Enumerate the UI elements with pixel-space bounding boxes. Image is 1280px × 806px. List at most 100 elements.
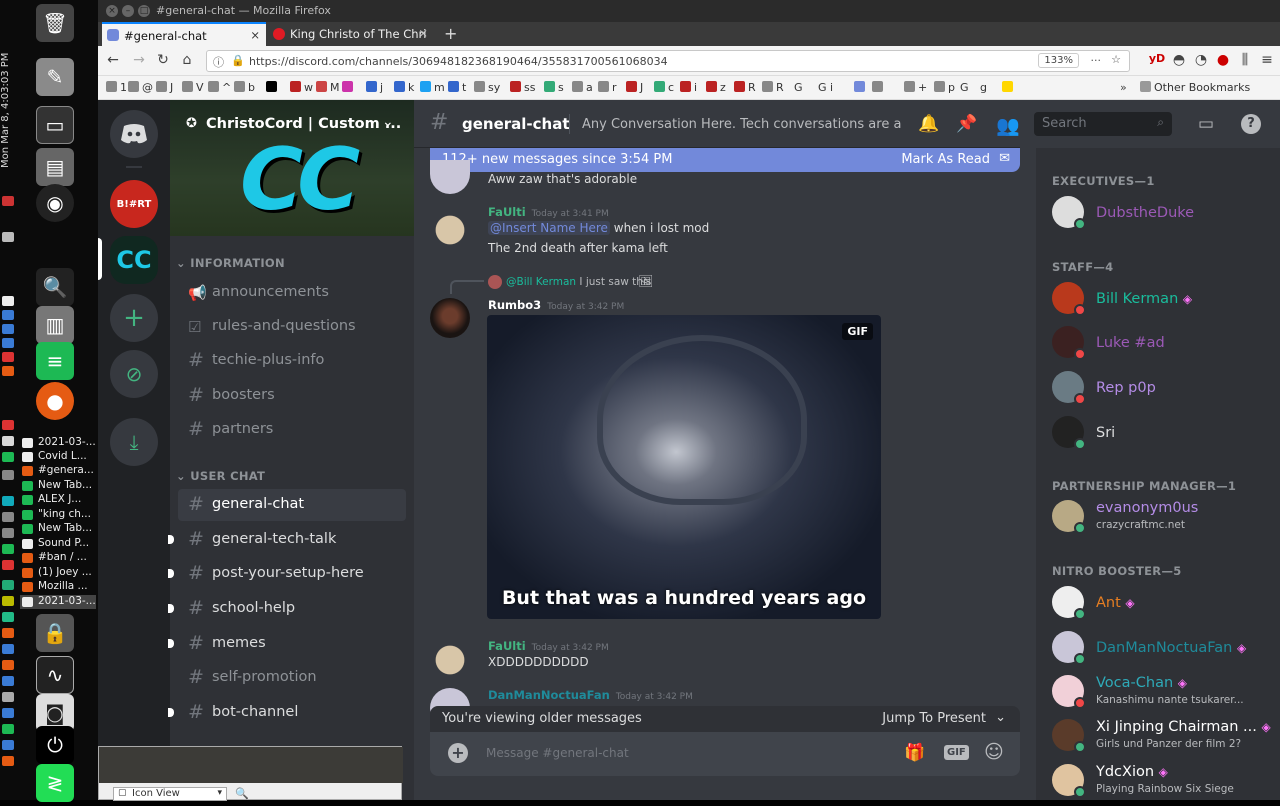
user-mention[interactable]: @Insert Name Here: [488, 221, 610, 235]
tray-icon[interactable]: [2, 470, 14, 480]
taskbar-window[interactable]: 2021-03-...: [20, 436, 96, 450]
minimize-window-icon[interactable]: –: [122, 5, 134, 17]
extension-icon[interactable]: ◓: [1170, 52, 1188, 68]
tray-icon[interactable]: [2, 708, 14, 718]
channel-partners[interactable]: # partners: [178, 414, 406, 446]
help-icon[interactable]: ?: [1241, 114, 1261, 134]
view-mode-select[interactable]: ▢ Icon View ▾: [113, 787, 227, 801]
bookmark-item[interactable]: b: [234, 81, 255, 94]
inbox-icon[interactable]: ▭: [1198, 114, 1214, 134]
maximize-window-icon[interactable]: □: [138, 5, 150, 17]
bookmark-item[interactable]: [266, 81, 280, 94]
tray-icon[interactable]: [2, 338, 14, 348]
bookmark-item[interactable]: r: [598, 81, 617, 94]
bookmark-item[interactable]: [1002, 81, 1016, 94]
forward-icon[interactable]: →: [130, 52, 148, 68]
member-item[interactable]: Xi Jinping Chairman ... ◈ Girls und Panz…: [1052, 719, 1280, 761]
tray-icon[interactable]: [2, 612, 14, 622]
taskbar-window[interactable]: ALEX J...: [20, 493, 96, 507]
avatar[interactable]: [430, 298, 470, 338]
bookmark-item[interactable]: s: [544, 81, 564, 94]
channel-boosters[interactable]: # boosters: [178, 380, 406, 412]
tray-icon[interactable]: [2, 560, 14, 570]
chevron-down-icon[interactable]: ⌄: [995, 710, 1006, 725]
info-icon[interactable]: ⓘ: [213, 54, 224, 70]
channel-announcements[interactable]: 📢 announcements: [178, 277, 406, 309]
server-birt[interactable]: B!#RT: [110, 180, 158, 228]
category-information[interactable]: ⌄ INFORMATION: [176, 256, 285, 270]
app-icon[interactable]: ≷: [36, 764, 74, 802]
new-messages-banner[interactable]: 112+ new messages since 3:54 PM Mark As …: [430, 148, 1020, 172]
member-item[interactable]: Luke #ad: [1052, 326, 1280, 368]
files-icon[interactable]: ▥: [36, 306, 74, 344]
mark-as-read-button[interactable]: Mark As Read: [901, 152, 990, 167]
bookmark-item[interactable]: G: [794, 81, 803, 94]
member-item[interactable]: evanonym0us crazycraftmc.net: [1052, 500, 1280, 542]
mark-read-icon[interactable]: ✉: [999, 151, 1010, 166]
explore-servers-icon[interactable]: ⊘: [110, 350, 158, 398]
close-window-icon[interactable]: ×: [106, 5, 118, 17]
message-input[interactable]: Message #general-chat: [486, 746, 629, 760]
ubuntu-icon[interactable]: ◉: [36, 184, 74, 222]
member-item[interactable]: Ant ◈: [1052, 586, 1280, 628]
channel-post-your-setup-here[interactable]: # post-your-setup-here: [168, 558, 406, 590]
search-icon[interactable]: 🔍: [36, 268, 74, 306]
tray-icon[interactable]: [2, 676, 14, 686]
bookmark-item[interactable]: J: [626, 81, 643, 94]
avatar[interactable]: [430, 160, 470, 194]
tray-icon[interactable]: [2, 660, 14, 670]
bookmark-item[interactable]: j: [366, 81, 383, 94]
close-tab-icon[interactable]: ×: [250, 28, 260, 42]
bookmark-item[interactable]: w: [290, 81, 313, 94]
lock-icon[interactable]: 🔒: [36, 614, 74, 652]
close-tab-icon[interactable]: ×: [418, 26, 428, 40]
member-item[interactable]: DubstheDuke: [1052, 196, 1280, 238]
message-author[interactable]: Rumbo3 Today at 3:42 PM: [488, 298, 624, 312]
add-server-icon[interactable]: +: [110, 294, 158, 342]
bookmark-star-icon[interactable]: ☆: [1111, 53, 1121, 66]
power-icon[interactable]: ⏻: [36, 726, 74, 764]
tab-general-chat[interactable]: #general-chat ×: [102, 22, 266, 46]
tray-icon[interactable]: [2, 232, 14, 242]
bookmark-item[interactable]: @: [128, 81, 153, 94]
taskbar-window[interactable]: Mozilla ...: [20, 580, 96, 594]
extension-icon[interactable]: yD: [1148, 52, 1166, 65]
library-icon[interactable]: ⫼: [1236, 52, 1254, 68]
channel-self-promotion[interactable]: # self-promotion: [178, 662, 406, 694]
download-apps-icon[interactable]: ⤓: [110, 418, 158, 466]
system-monitor-icon[interactable]: ∿: [36, 656, 74, 694]
taskbar-window[interactable]: New Tab...: [20, 479, 96, 493]
taskbar-window[interactable]: #genera...: [20, 464, 96, 478]
channel-general-chat[interactable]: # general-chat: [178, 489, 406, 521]
avatar[interactable]: [430, 206, 470, 246]
channel-memes[interactable]: # memes: [168, 628, 406, 660]
tray-icon[interactable]: [2, 644, 14, 654]
channel-general-tech-talk[interactable]: # general-tech-talk: [168, 524, 406, 556]
other-bookmarks[interactable]: Other Bookmarks: [1140, 81, 1250, 94]
bookmark-item[interactable]: z: [706, 81, 726, 94]
tray-icon[interactable]: [2, 528, 14, 538]
bookmark-item[interactable]: [854, 81, 868, 94]
member-list-icon[interactable]: 👥: [996, 114, 1020, 137]
tray-icon[interactable]: [2, 352, 14, 362]
bookmark-item[interactable]: G: [960, 81, 969, 94]
channel-bot-channel[interactable]: # bot-channel: [168, 697, 406, 729]
gif-picker-button[interactable]: GIF: [944, 745, 969, 760]
jump-to-present-button[interactable]: Jump To Present: [882, 711, 986, 726]
tray-icon[interactable]: [2, 310, 14, 320]
tray-icon[interactable]: [2, 436, 14, 446]
channel-techie-plus-info[interactable]: # techie-plus-info: [178, 345, 406, 377]
more-actions-icon[interactable]: ···: [1091, 54, 1102, 67]
taskbar-window[interactable]: 2021-03-...: [20, 595, 96, 609]
message-author[interactable]: FaUlti Today at 3:41 PM: [488, 205, 609, 219]
tray-icon[interactable]: [2, 628, 14, 638]
search-icon[interactable]: 🔍: [235, 787, 249, 800]
tray-icon[interactable]: [2, 196, 14, 206]
tray-icon[interactable]: [2, 724, 14, 734]
bookmark-item[interactable]: c: [654, 81, 674, 94]
upload-plus-icon[interactable]: +: [448, 743, 468, 763]
avatar[interactable]: [430, 636, 470, 676]
scanner-icon[interactable]: ▤: [36, 148, 74, 186]
home-icon[interactable]: ⌂: [178, 52, 196, 68]
pinned-messages-icon[interactable]: 📌: [956, 114, 977, 134]
